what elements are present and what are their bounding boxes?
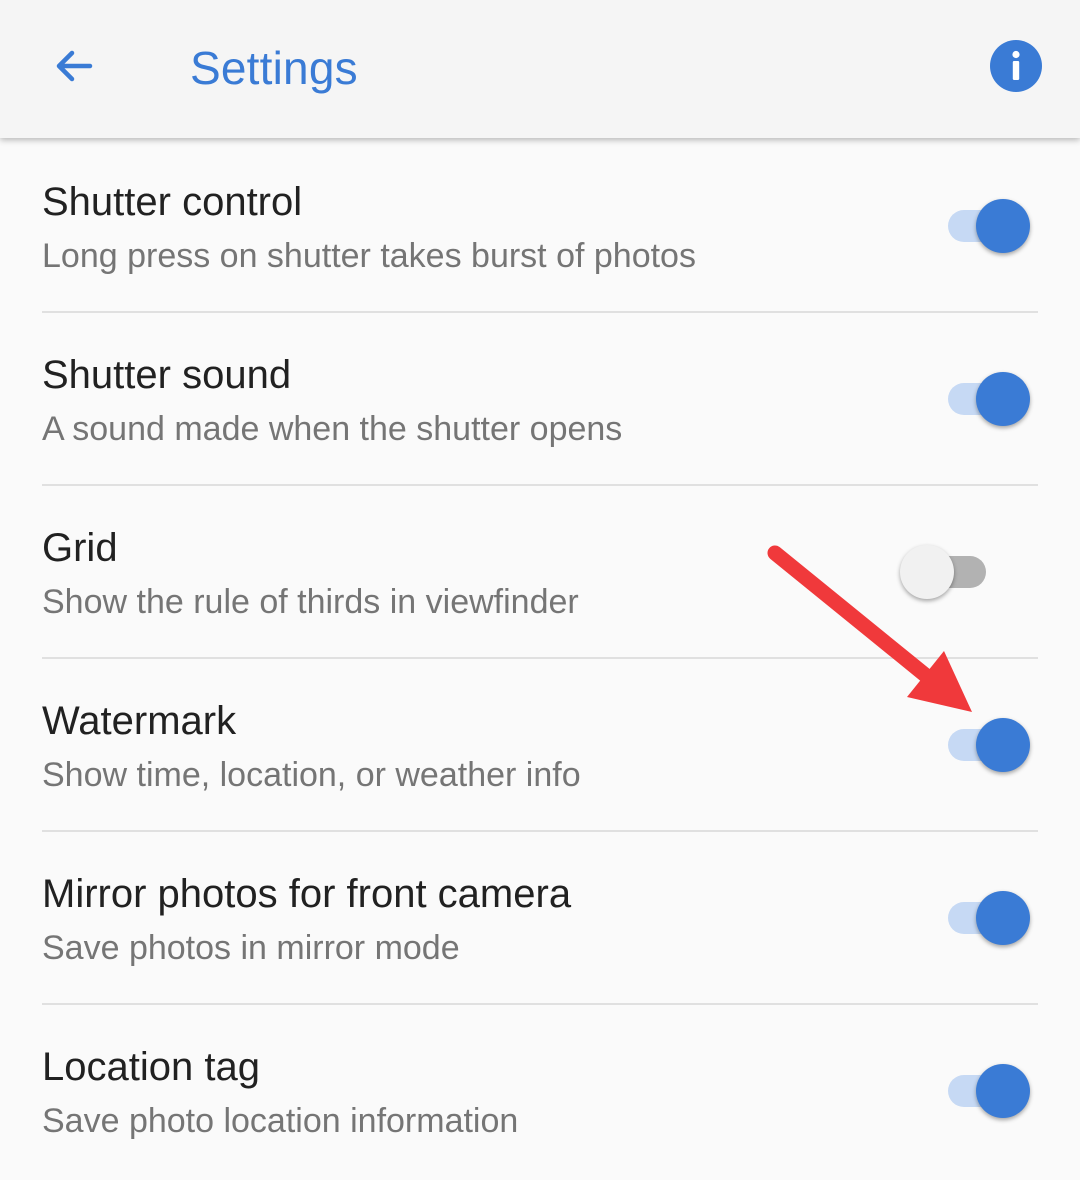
watermark-toggle[interactable]	[946, 715, 1032, 775]
setting-subtitle: Long press on shutter takes burst of pho…	[42, 237, 696, 275]
setting-row-shutter-control[interactable]: Shutter control Long press on shutter ta…	[42, 140, 1038, 313]
setting-subtitle: Save photos in mirror mode	[42, 929, 460, 967]
arrow-left-icon	[56, 50, 93, 82]
setting-subtitle: Show the rule of thirds in viewfinder	[42, 583, 579, 621]
grid-toggle[interactable]	[900, 542, 1008, 602]
toggle-thumb	[976, 718, 1030, 772]
back-button[interactable]	[38, 30, 110, 102]
toggle-thumb	[976, 199, 1030, 253]
setting-title: Watermark	[42, 699, 237, 743]
setting-subtitle: A sound made when the shutter opens	[42, 410, 623, 448]
location-tag-toggle[interactable]	[946, 1061, 1032, 1121]
setting-subtitle: Show time, location, or weather info	[42, 756, 581, 794]
toggle-thumb	[976, 891, 1030, 945]
setting-row-mirror-photos[interactable]: Mirror photos for front camera Save phot…	[42, 832, 1038, 1005]
setting-title: Mirror photos for front camera	[42, 872, 572, 916]
shutter-control-toggle[interactable]	[946, 196, 1032, 256]
toggle-thumb	[900, 545, 954, 599]
toggle-thumb	[976, 372, 1030, 426]
info-icon	[990, 40, 1042, 92]
setting-title: Location tag	[42, 1045, 260, 1089]
setting-subtitle: Save photo location information	[42, 1102, 519, 1140]
setting-title: Grid	[42, 526, 118, 570]
setting-row-shutter-sound[interactable]: Shutter sound A sound made when the shut…	[42, 313, 1038, 486]
shutter-sound-toggle[interactable]	[946, 369, 1032, 429]
setting-title: Shutter sound	[42, 353, 292, 397]
toggle-thumb	[976, 1064, 1030, 1118]
setting-row-grid[interactable]: Grid Show the rule of thirds in viewfind…	[42, 486, 1038, 659]
info-button[interactable]	[988, 38, 1044, 94]
setting-row-location-tag[interactable]: Location tag Save photo location informa…	[42, 1005, 1038, 1178]
page-title: Settings	[190, 42, 358, 94]
setting-row-watermark[interactable]: Watermark Show time, location, or weathe…	[42, 659, 1038, 832]
settings-list: Shutter control Long press on shutter ta…	[0, 140, 1080, 1178]
mirror-photos-toggle[interactable]	[946, 888, 1032, 948]
app-bar: Settings	[0, 0, 1080, 138]
setting-title: Shutter control	[42, 180, 303, 224]
